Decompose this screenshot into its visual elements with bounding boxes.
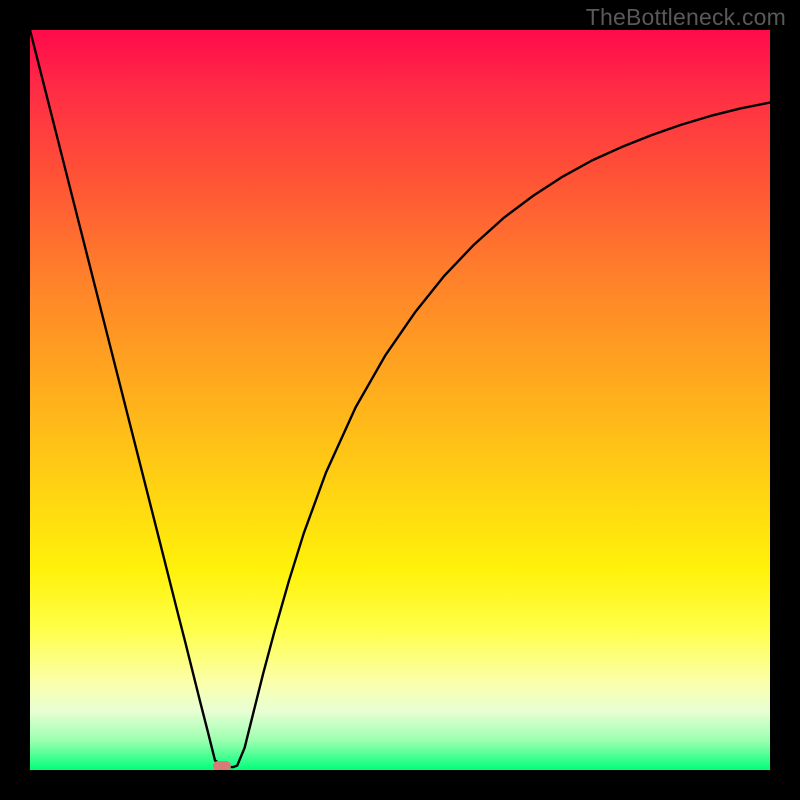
- watermark-text: TheBottleneck.com: [586, 4, 786, 31]
- bottleneck-curve: [30, 30, 770, 767]
- curve-svg: [30, 30, 770, 770]
- chart-frame: TheBottleneck.com: [0, 0, 800, 800]
- plot-area: [30, 30, 770, 770]
- optimal-point-marker: [213, 761, 231, 770]
